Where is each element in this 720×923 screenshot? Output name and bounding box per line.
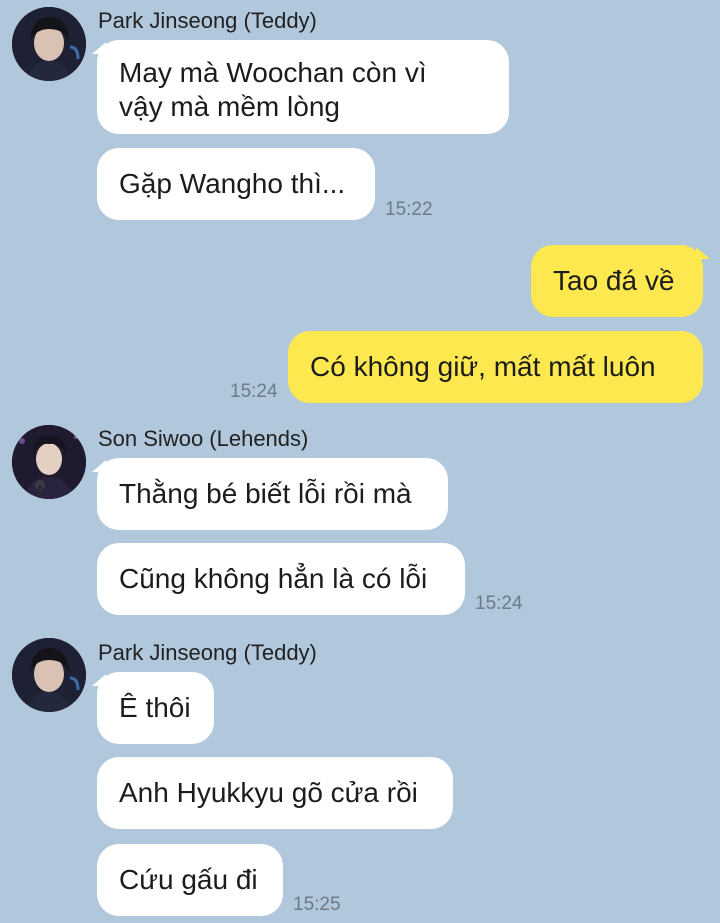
- message-bubble-outgoing[interactable]: Tao đá về: [531, 245, 703, 317]
- message-bubble[interactable]: Thằng bé biết lỗi rồi mà: [97, 458, 448, 530]
- message-timestamp: 15:24: [230, 381, 278, 402]
- message-bubble[interactable]: May mà Woochan còn vì vậy mà mềm lòng: [97, 40, 509, 134]
- message-bubble[interactable]: Cứu gấu đi: [97, 844, 283, 916]
- bubble-tail-outgoing: [696, 247, 710, 259]
- message-bubble-outgoing[interactable]: Có không giữ, mất mất luôn: [288, 331, 703, 403]
- avatar-teddy[interactable]: [12, 7, 86, 81]
- avatar-lehends[interactable]: [12, 425, 86, 499]
- message-timestamp: 15:25: [293, 894, 341, 915]
- avatar-teddy[interactable]: [12, 638, 86, 712]
- message-bubble[interactable]: Gặp Wangho thì...: [97, 148, 375, 220]
- message-timestamp: 15:22: [385, 199, 433, 220]
- message-bubble[interactable]: Anh Hyukkyu gõ cửa rồi: [97, 757, 453, 829]
- sender-name: Park Jinseong (Teddy): [98, 640, 317, 665]
- sender-name: Park Jinseong (Teddy): [98, 8, 317, 33]
- message-bubble[interactable]: Ê thôi: [97, 672, 214, 744]
- message-timestamp: 15:24: [475, 593, 523, 614]
- message-bubble[interactable]: Cũng không hẳn là có lỗi: [97, 543, 465, 615]
- sender-name: Son Siwoo (Lehends): [98, 426, 309, 451]
